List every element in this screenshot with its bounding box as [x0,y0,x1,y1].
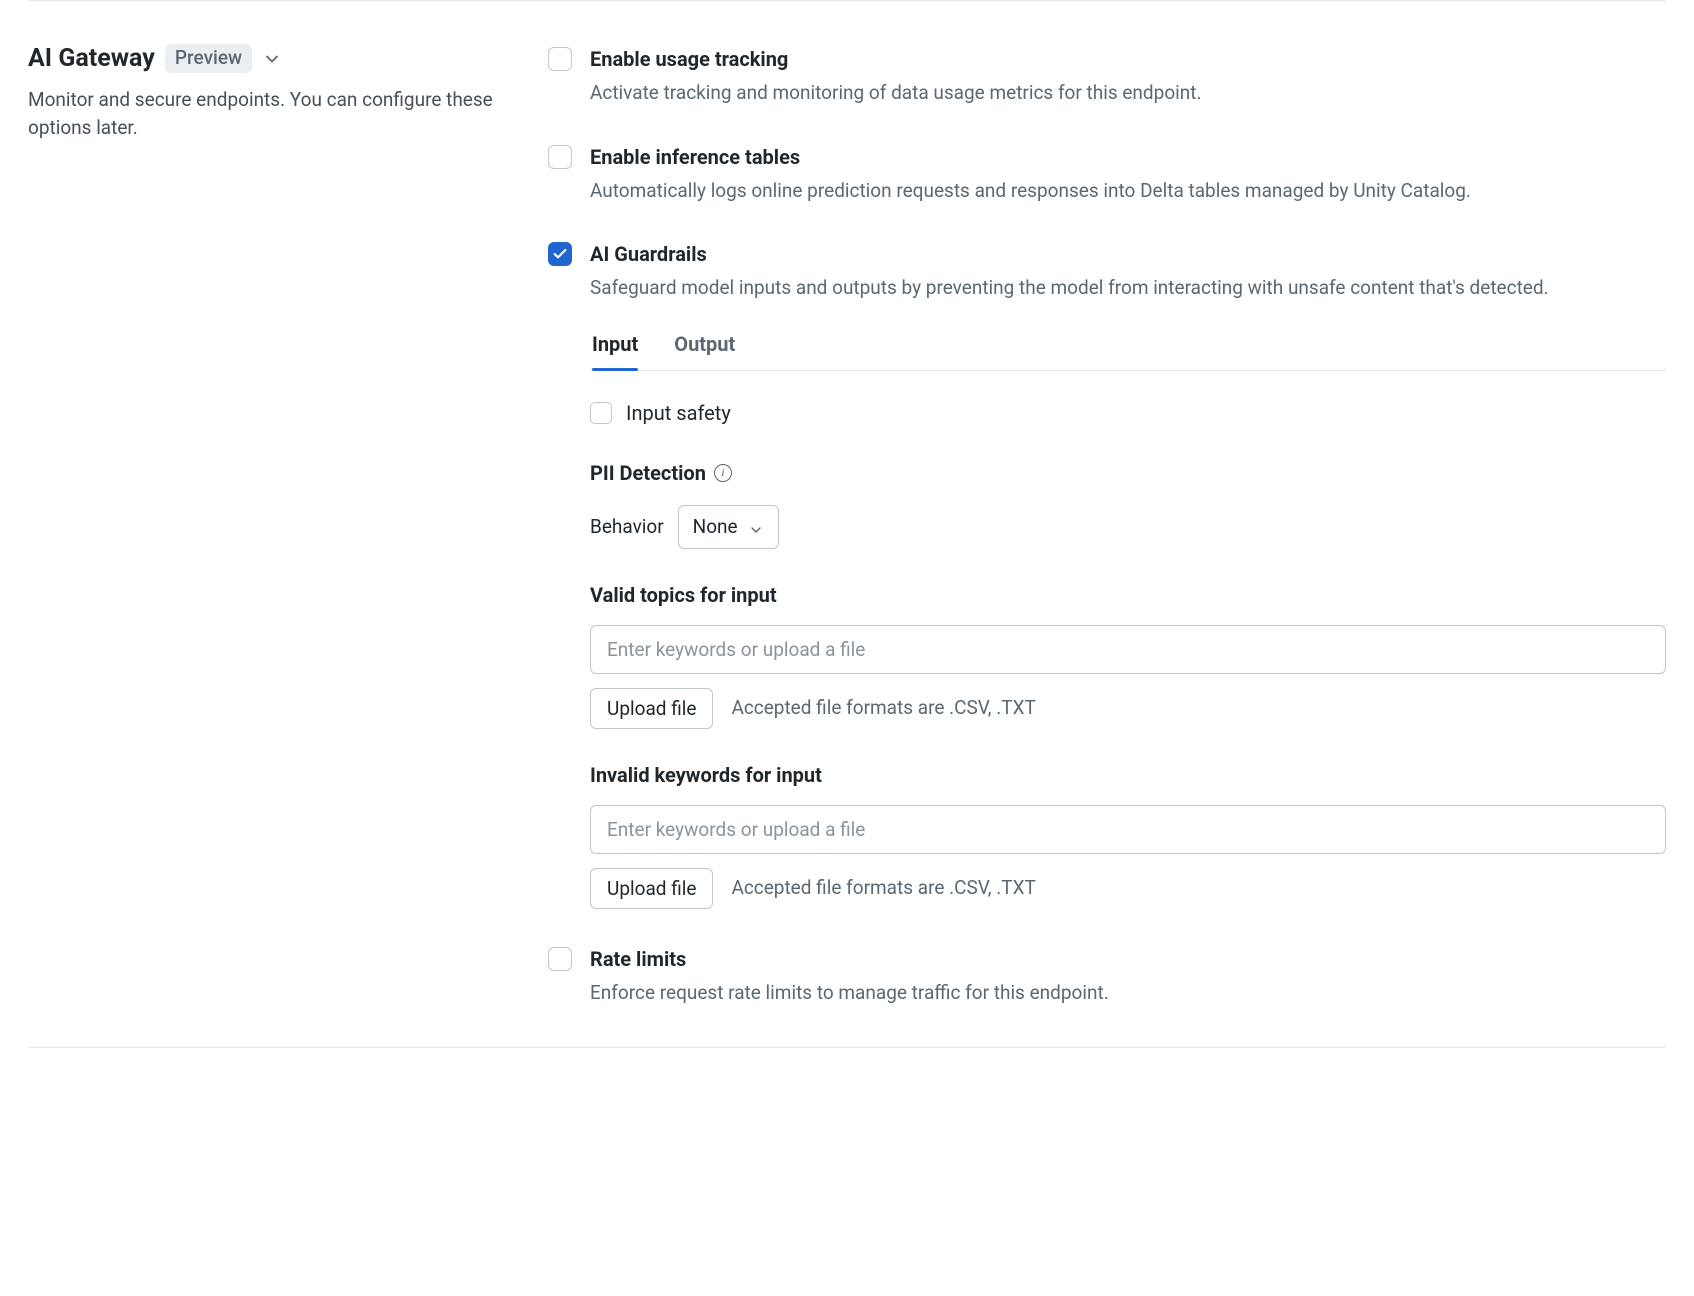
pii-detection-heading: PII Detection i [590,459,1666,487]
invalid-keywords-hint: Accepted file formats are .CSV, .TXT [731,875,1035,902]
enable-usage-tracking-title: Enable usage tracking [590,45,1666,73]
input-safety-label: Input safety [626,399,731,427]
enable-usage-tracking-checkbox[interactable] [548,47,572,71]
valid-topics-heading: Valid topics for input [590,581,1666,609]
invalid-keywords-input[interactable] [590,805,1666,854]
valid-topics-input[interactable] [590,625,1666,674]
pii-detection-label: PII Detection [590,459,706,487]
ai-guardrails-desc: Safeguard model inputs and outputs by pr… [590,274,1666,302]
chevron-down-icon[interactable] [262,49,282,69]
behavior-label: Behavior [590,514,664,541]
info-icon[interactable]: i [714,464,732,482]
section-description: Monitor and secure endpoints. You can co… [28,86,508,141]
chevron-down-icon [748,519,764,535]
invalid-keywords-heading: Invalid keywords for input [590,761,1666,789]
behavior-select[interactable]: None [678,505,779,550]
guardrails-tabs: Input Output [590,330,1666,371]
enable-inference-tables-desc: Automatically logs online prediction req… [590,177,1666,205]
rate-limits-checkbox[interactable] [548,947,572,971]
enable-inference-tables-title: Enable inference tables [590,143,1666,171]
valid-topics-upload-button[interactable]: Upload file [590,688,713,729]
section-divider-top [28,0,1666,1]
valid-topics-hint: Accepted file formats are .CSV, .TXT [731,695,1035,722]
behavior-value: None [693,514,738,541]
enable-usage-tracking-desc: Activate tracking and monitoring of data… [590,79,1666,107]
rate-limits-title: Rate limits [590,945,1666,973]
tab-output[interactable]: Output [674,330,735,370]
invalid-keywords-upload-button[interactable]: Upload file [590,868,713,909]
section-title: AI Gateway [28,41,155,76]
tab-input[interactable]: Input [592,330,638,370]
input-safety-checkbox[interactable] [590,402,612,424]
ai-guardrails-title: AI Guardrails [590,240,1666,268]
rate-limits-desc: Enforce request rate limits to manage tr… [590,979,1666,1007]
preview-badge: Preview [165,44,252,73]
section-divider-bottom [28,1047,1666,1048]
enable-inference-tables-checkbox[interactable] [548,145,572,169]
ai-guardrails-checkbox[interactable] [548,242,572,266]
